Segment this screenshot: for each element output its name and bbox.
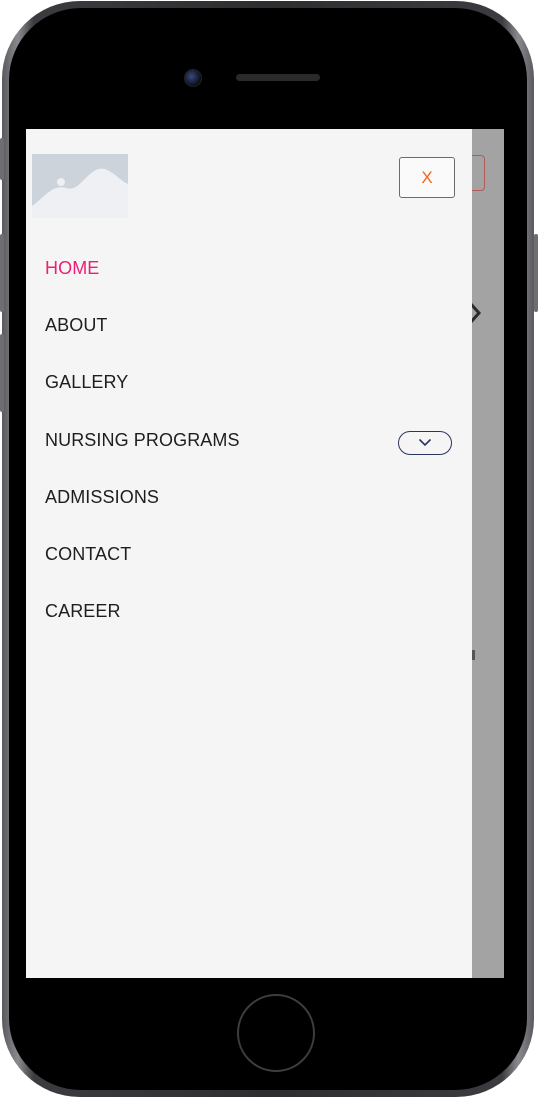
nav-item-nursing-programs[interactable]: NURSING PROGRAMS	[26, 414, 472, 471]
main-nav: HOME ABOUT GALLERY NURSING PROGRAMS ADMI…	[26, 242, 472, 642]
nav-item-admissions[interactable]: ADMISSIONS	[26, 471, 472, 528]
nav-item-about[interactable]: ABOUT	[26, 299, 472, 356]
nav-item-label[interactable]: HOME	[45, 258, 99, 279]
screen: X HOME ABOUT GALLERY NURSING PROGRAMS AD…	[26, 129, 504, 978]
volume-up-button	[0, 234, 4, 312]
power-button	[534, 234, 538, 312]
close-button[interactable]: X	[399, 157, 455, 198]
nav-item-career[interactable]: CAREER	[26, 585, 472, 642]
dropdown-toggle-button[interactable]	[398, 430, 452, 455]
silent-switch	[0, 138, 4, 180]
front-camera	[184, 69, 202, 87]
nav-item-label[interactable]: ADMISSIONS	[45, 487, 159, 508]
volume-down-button	[0, 334, 4, 412]
home-button[interactable]	[237, 994, 315, 1072]
background-text-fragment	[472, 381, 478, 393]
nav-item-label[interactable]: CONTACT	[45, 544, 131, 565]
nav-item-label[interactable]: GALLERY	[45, 372, 128, 393]
nav-item-contact[interactable]: CONTACT	[26, 528, 472, 585]
background-mark	[472, 650, 475, 660]
nav-item-gallery[interactable]: GALLERY	[26, 356, 472, 413]
nav-item-label[interactable]: NURSING PROGRAMS	[45, 430, 240, 451]
nav-item-label[interactable]: CAREER	[45, 601, 121, 622]
nav-drawer: X HOME ABOUT GALLERY NURSING PROGRAMS AD…	[26, 129, 472, 978]
earpiece-speaker	[236, 74, 320, 81]
image-placeholder-icon	[32, 154, 128, 218]
chevron-down-icon	[418, 438, 432, 446]
nav-item-label[interactable]: ABOUT	[45, 315, 108, 336]
nav-item-home[interactable]: HOME	[26, 242, 472, 299]
